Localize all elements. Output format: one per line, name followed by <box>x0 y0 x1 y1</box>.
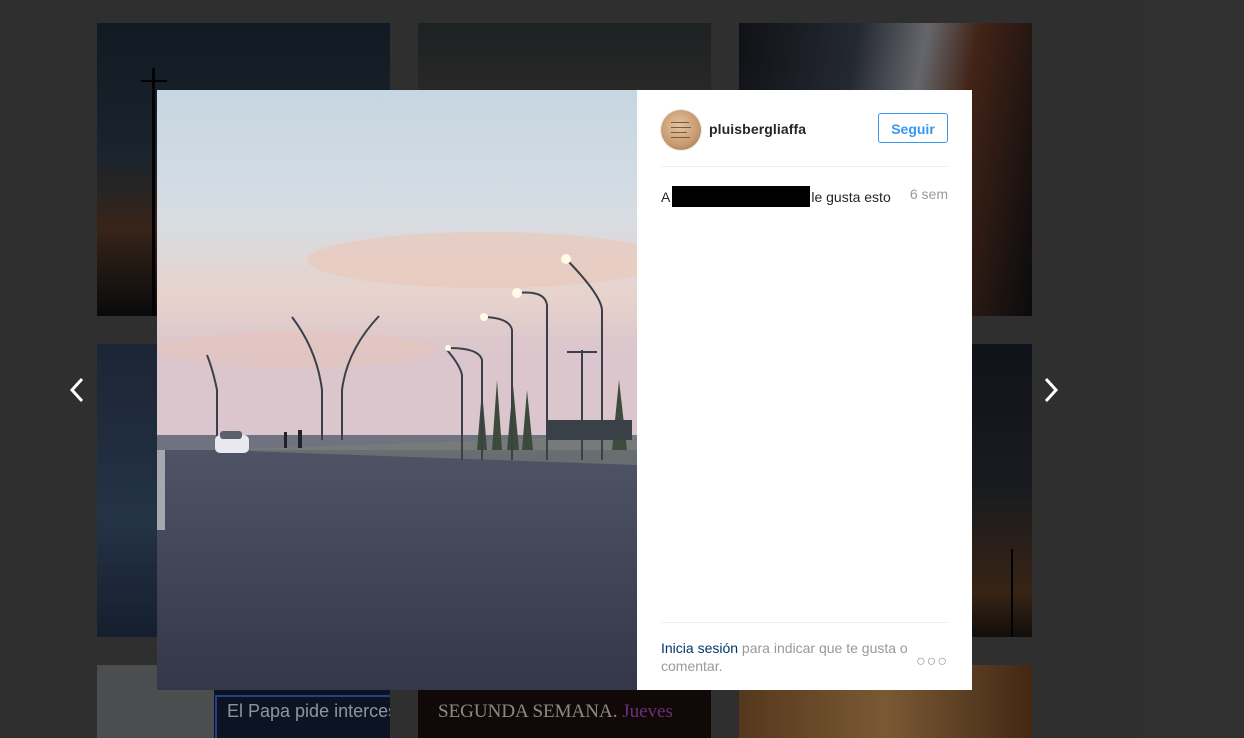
more-options-icon[interactable]: ○○○ <box>916 653 948 671</box>
post-timestamp[interactable]: 6 sem <box>910 186 948 202</box>
post-footer: Inicia sesión para indicar que te gusta … <box>661 622 948 674</box>
login-prompt: Inicia sesión para indicar que te gusta … <box>661 639 916 675</box>
chevron-left-icon <box>69 377 84 403</box>
username-link[interactable]: pluisbergliaffa <box>709 121 806 137</box>
avatar[interactable] <box>661 110 701 150</box>
avatar-detail <box>671 137 690 138</box>
post-sidebar: pluisbergliaffa Seguir Ale gusta esto 6 … <box>637 90 972 690</box>
avatar-detail <box>671 122 689 123</box>
previous-post-button[interactable] <box>62 372 92 408</box>
likes-suffix: le gusta esto <box>811 189 891 205</box>
post-photo <box>157 90 637 690</box>
redacted-name <box>672 186 811 207</box>
likes-row: Ale gusta esto 6 sem <box>661 186 948 207</box>
chevron-right-icon <box>1044 377 1059 403</box>
avatar-detail <box>671 127 691 128</box>
next-post-button[interactable] <box>1036 372 1066 408</box>
login-link[interactable]: Inicia sesión <box>661 640 738 656</box>
avatar-detail <box>671 132 687 133</box>
follow-button[interactable]: Seguir <box>878 113 948 143</box>
likes-prefix: A <box>661 189 671 205</box>
post-modal: pluisbergliaffa Seguir Ale gusta esto 6 … <box>157 90 972 690</box>
post-header: pluisbergliaffa Seguir <box>661 106 948 167</box>
